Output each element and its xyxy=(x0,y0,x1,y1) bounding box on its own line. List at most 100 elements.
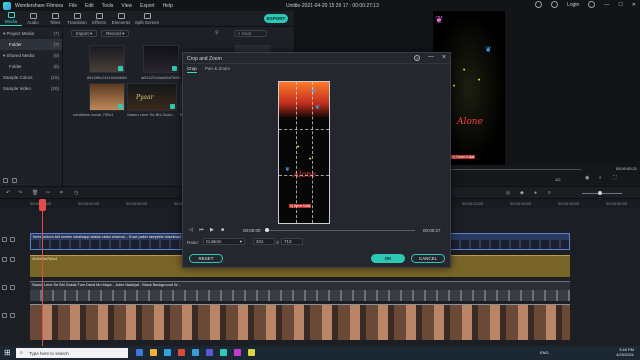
cancel-button[interactable]: CANCEL xyxy=(411,254,445,263)
media-thumb-label: 8610ff5c2611b0e8b5d5ed... xyxy=(87,75,127,80)
lightbulb-icon[interactable] xyxy=(535,1,543,8)
sidebar-item-folder[interactable]: Folder (7) xyxy=(0,39,62,50)
zoom-slider[interactable] xyxy=(582,191,622,195)
task-view-icon[interactable] xyxy=(136,349,143,356)
tab-crop[interactable]: Crop xyxy=(187,66,197,73)
redo-icon[interactable]: ↷ xyxy=(18,190,22,196)
playhead-handle[interactable] xyxy=(39,199,46,211)
cut-icon[interactable]: ✂ xyxy=(46,190,50,196)
notification-icon[interactable] xyxy=(588,1,596,8)
timeline-clip-4[interactable] xyxy=(30,304,570,340)
eye-icon[interactable] xyxy=(10,285,15,290)
tab-split-screen[interactable]: Split Screen xyxy=(132,12,162,26)
close-icon[interactable]: × xyxy=(442,54,446,61)
menu-tools[interactable]: Tools xyxy=(102,3,114,9)
play-icon[interactable]: ▶ xyxy=(210,227,214,233)
media-thumb-2[interactable] xyxy=(143,45,179,73)
progress-handle[interactable] xyxy=(265,228,269,232)
eye-icon[interactable] xyxy=(10,313,15,318)
close-icon[interactable]: ✕ xyxy=(632,2,636,8)
tab-effects[interactable]: Effects xyxy=(88,12,110,26)
speed-icon[interactable]: ◷ xyxy=(74,190,78,196)
minimize-icon[interactable]: — xyxy=(428,54,434,60)
media-thumb-4[interactable]: Pyaar xyxy=(127,83,177,111)
minimize-icon[interactable]: — xyxy=(604,2,609,8)
delete-icon[interactable]: 🗑 xyxy=(32,190,38,196)
menu-view[interactable]: View xyxy=(121,3,132,9)
store-icon[interactable] xyxy=(206,349,213,356)
butterfly-icon: ❦ xyxy=(285,167,291,173)
filmora-taskbar-icon[interactable] xyxy=(220,349,227,356)
eye-icon[interactable] xyxy=(10,257,15,262)
crop-height-input[interactable]: 713 xyxy=(281,238,303,245)
delete-folder-icon[interactable] xyxy=(12,178,17,183)
language-indicator[interactable]: ENG xyxy=(540,350,549,355)
record-dropdown[interactable]: Record ▾ xyxy=(101,30,130,37)
media-thumb-1[interactable] xyxy=(89,45,125,73)
maximize-icon[interactable]: ☐ xyxy=(618,2,622,8)
help-icon[interactable]: ? xyxy=(414,55,420,61)
crop-canvas[interactable]: ❦ ❦ ♥ ♥ ❦ Alone Dj Devm Kalai xyxy=(278,81,330,224)
windows-start-icon[interactable]: ⊞ xyxy=(4,348,11,357)
tab-pan-zoom[interactable]: Pan & Zoom xyxy=(205,66,230,71)
menu-edit[interactable]: Edit xyxy=(85,3,94,9)
app-icon[interactable] xyxy=(248,349,255,356)
lock-icon[interactable] xyxy=(2,285,7,290)
taskbar-clock[interactable]: 3:46 PM 4/20/2021 xyxy=(616,347,634,357)
new-folder-icon[interactable] xyxy=(3,178,8,183)
zoom-slider-handle[interactable] xyxy=(598,191,602,195)
ok-button[interactable]: OK xyxy=(371,254,405,263)
taskbar-search-input[interactable]: ⌕ Type here to search xyxy=(16,348,128,358)
prev-frame-icon[interactable]: ◁ xyxy=(189,227,193,233)
app-icon[interactable] xyxy=(234,349,241,356)
mic-icon[interactable]: ● xyxy=(534,190,537,196)
mail-icon[interactable] xyxy=(192,349,199,356)
media-search-input[interactable]: ⌕ Sear xyxy=(234,30,267,37)
sidebar-item-shared-folder[interactable]: Folder (0) xyxy=(0,61,62,72)
lock-icon[interactable] xyxy=(2,257,7,262)
step-back-icon[interactable]: ⏮ xyxy=(199,227,204,233)
sidebar-item-sample-colors[interactable]: Sample Colors (15) xyxy=(0,72,62,83)
menu-file[interactable]: File xyxy=(69,3,77,9)
edge-icon[interactable] xyxy=(164,349,171,356)
video-caption: Dj Devm Kalai xyxy=(289,204,312,208)
tab-titles[interactable]: Titles xyxy=(44,12,66,26)
timeline-clip-3[interactable]: Saano Lene Se Bhi Zoada Tum Dand Mo Maye… xyxy=(30,281,570,301)
marker-icon[interactable]: ◆ xyxy=(520,190,524,196)
snapshot-icon[interactable]: ◉ xyxy=(585,175,589,181)
sidebar-item-shared-media[interactable]: ▾ Shared Media (0) xyxy=(0,50,62,61)
login-link[interactable]: Login xyxy=(567,2,579,8)
lock-icon[interactable] xyxy=(2,313,7,318)
chrome-icon[interactable] xyxy=(178,349,185,356)
reset-button[interactable]: RESET xyxy=(189,254,223,263)
media-thumb-3[interactable] xyxy=(89,83,125,111)
ratio-select[interactable]: Custom ▾ xyxy=(203,238,245,245)
crop-icon[interactable]: ⌗ xyxy=(60,190,63,196)
render-icon[interactable]: ◎ xyxy=(506,190,510,196)
tab-media[interactable]: Media xyxy=(0,12,22,26)
lock-icon[interactable] xyxy=(2,237,7,242)
tab-transition[interactable]: Transition xyxy=(66,12,88,26)
tab-elements[interactable]: Elements xyxy=(110,12,132,26)
export-button[interactable]: EXPORT xyxy=(264,14,288,23)
file-explorer-icon[interactable] xyxy=(150,349,157,356)
sidebar-item-sample-video[interactable]: Sample Video (20) xyxy=(0,83,62,94)
zoom-level[interactable]: 1/2 xyxy=(555,177,561,182)
dialog-progress-bar[interactable] xyxy=(265,228,415,232)
playhead[interactable] xyxy=(42,209,43,346)
chevron-down-icon: ▾ xyxy=(239,239,242,244)
tab-audio[interactable]: Audio xyxy=(22,12,44,26)
account-icon[interactable] xyxy=(551,1,559,8)
volume-icon[interactable]: ◐ xyxy=(599,175,602,181)
stop-icon[interactable]: ■ xyxy=(221,227,224,233)
menu-export[interactable]: Export xyxy=(140,3,154,9)
import-dropdown[interactable]: Import ▾ xyxy=(71,30,98,37)
fullscreen-icon[interactable]: ⛶ xyxy=(613,175,617,181)
menu-help[interactable]: Help xyxy=(163,3,173,9)
mixer-icon[interactable]: ≡ xyxy=(548,190,551,196)
undo-icon[interactable]: ↶ xyxy=(6,190,10,196)
eye-icon[interactable] xyxy=(10,237,15,242)
sidebar-item-project-media[interactable]: ▾ Project Media (7) xyxy=(0,28,62,39)
filter-icon[interactable]: ⚲ xyxy=(215,30,219,36)
crop-width-input[interactable]: 341 xyxy=(253,238,275,245)
